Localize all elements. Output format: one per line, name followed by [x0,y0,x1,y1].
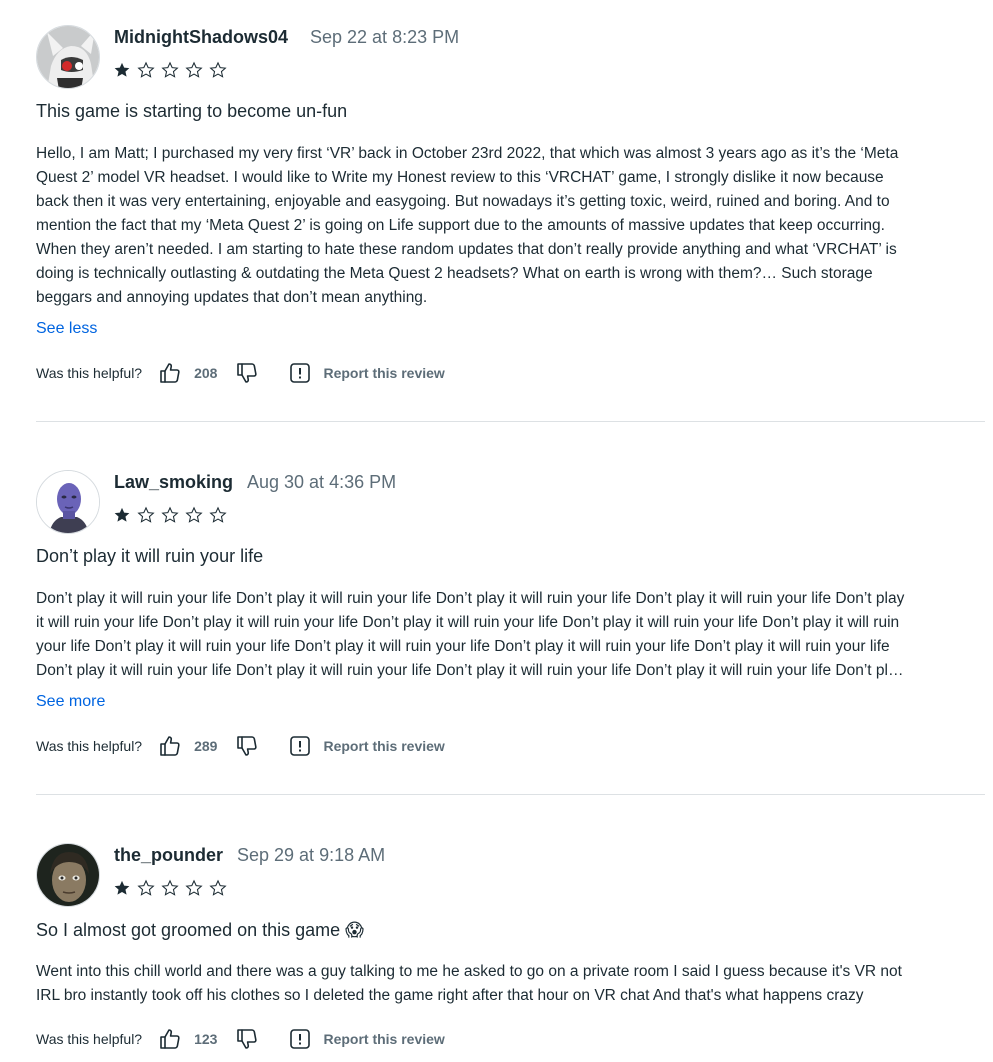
report-review-button[interactable]: Report this review [289,362,445,384]
review-body-line: it will ruin your life Don’t play it wil… [36,614,900,631]
review-body-line: doing is technically outlasting & outdat… [36,265,873,282]
star-empty-icon [209,506,227,523]
author-name[interactable]: the_pounder [114,845,223,866]
review-title: Don’t play it will ruin your life [36,546,264,566]
report-label: Report this review [323,1031,445,1047]
review-body-line: Hello, I am Matt; I purchased my very fi… [36,145,899,162]
helpful-label: Was this helpful? [36,738,143,754]
author-name[interactable]: MidnightShadows04 [114,27,288,48]
star-empty-icon [185,879,203,896]
report-review-button[interactable]: Report this review [289,1028,445,1050]
review-body-line: beggars and annoying updates that don’t … [36,289,428,306]
star-empty-icon [161,506,179,523]
report-label: Report this review [323,365,445,381]
review-body-line: mention the fact that my ‘Meta Quest 2’ … [36,217,885,234]
helpful-label: Was this helpful? [36,1031,143,1047]
report-review-button[interactable]: Report this review [289,735,445,757]
avatar[interactable] [36,843,100,907]
review-body-line: Went into this chill world and there was… [36,963,902,980]
report-flag-icon [290,1029,311,1049]
thumbs-up-icon[interactable] [158,734,182,758]
star-rating [113,879,227,897]
see-more-link[interactable]: See more [36,693,105,711]
review-body-line: back then it was very entertaining, enjo… [36,193,890,210]
avatar[interactable] [36,470,100,534]
helpful-row: Was this helpful? 289 Report this review [36,733,445,759]
report-flag-icon [290,363,311,383]
star-empty-icon [161,61,179,78]
review-title: So I almost got groomed on this game 😱 [36,920,364,940]
review-body: Don’t play it will ruin your life Don’t … [36,587,984,683]
divider [36,794,985,795]
star-empty-icon [137,61,155,78]
review-date: Sep 22 at 8:23 PM [310,27,460,47]
star-rating [113,61,227,79]
review-body-line: IRL bro instantly took off his clothes s… [36,987,864,1004]
star-empty-icon [185,506,203,523]
star-empty-icon [161,879,179,896]
review-body-line: Don’t play it will ruin your life Don’t … [36,662,904,679]
helpful-count: 123 [194,1031,218,1047]
star-empty-icon [185,61,203,78]
divider [36,421,985,422]
star-rating [113,506,227,524]
author-name[interactable]: Law_smoking [114,472,233,493]
star-empty-icon [209,61,227,78]
helpful-label: Was this helpful? [36,365,143,381]
helpful-count: 208 [194,365,218,381]
review-date: Aug 30 at 4:36 PM [247,472,397,492]
helpful-count: 289 [194,738,218,754]
review-body-line: When they aren’t needed. I am starting t… [36,241,897,258]
avatar[interactable] [36,25,100,89]
thumbs-up-icon[interactable] [158,361,182,385]
review-body: Hello, I am Matt; I purchased my very fi… [36,142,984,310]
review-body-line: Quest 2’ model VR headset. I would like … [36,169,884,186]
thumbs-down-icon[interactable] [235,734,259,758]
thumbs-down-icon[interactable] [235,361,259,385]
helpful-row: Was this helpful? 208 Report this review [36,360,445,386]
review-body: Went into this chill world and there was… [36,960,984,1008]
review-title: This game is starting to become un-fun [36,101,348,121]
helpful-row: Was this helpful? 123 Report this review [36,1026,445,1052]
see-less-link[interactable]: See less [36,320,97,338]
star-filled-icon [114,62,130,77]
review-body-line: your life Don’t play it will ruin your l… [36,638,890,655]
star-empty-icon [137,879,155,896]
star-filled-icon [114,507,130,522]
report-label: Report this review [323,738,445,754]
star-empty-icon [137,506,155,523]
star-empty-icon [209,879,227,896]
review-date: Sep 29 at 9:18 AM [237,845,386,865]
report-flag-icon [290,736,311,756]
star-filled-icon [114,880,130,895]
thumbs-up-icon[interactable] [158,1027,182,1051]
thumbs-down-icon[interactable] [235,1027,259,1051]
review-body-line: Don’t play it will ruin your life Don’t … [36,590,905,607]
